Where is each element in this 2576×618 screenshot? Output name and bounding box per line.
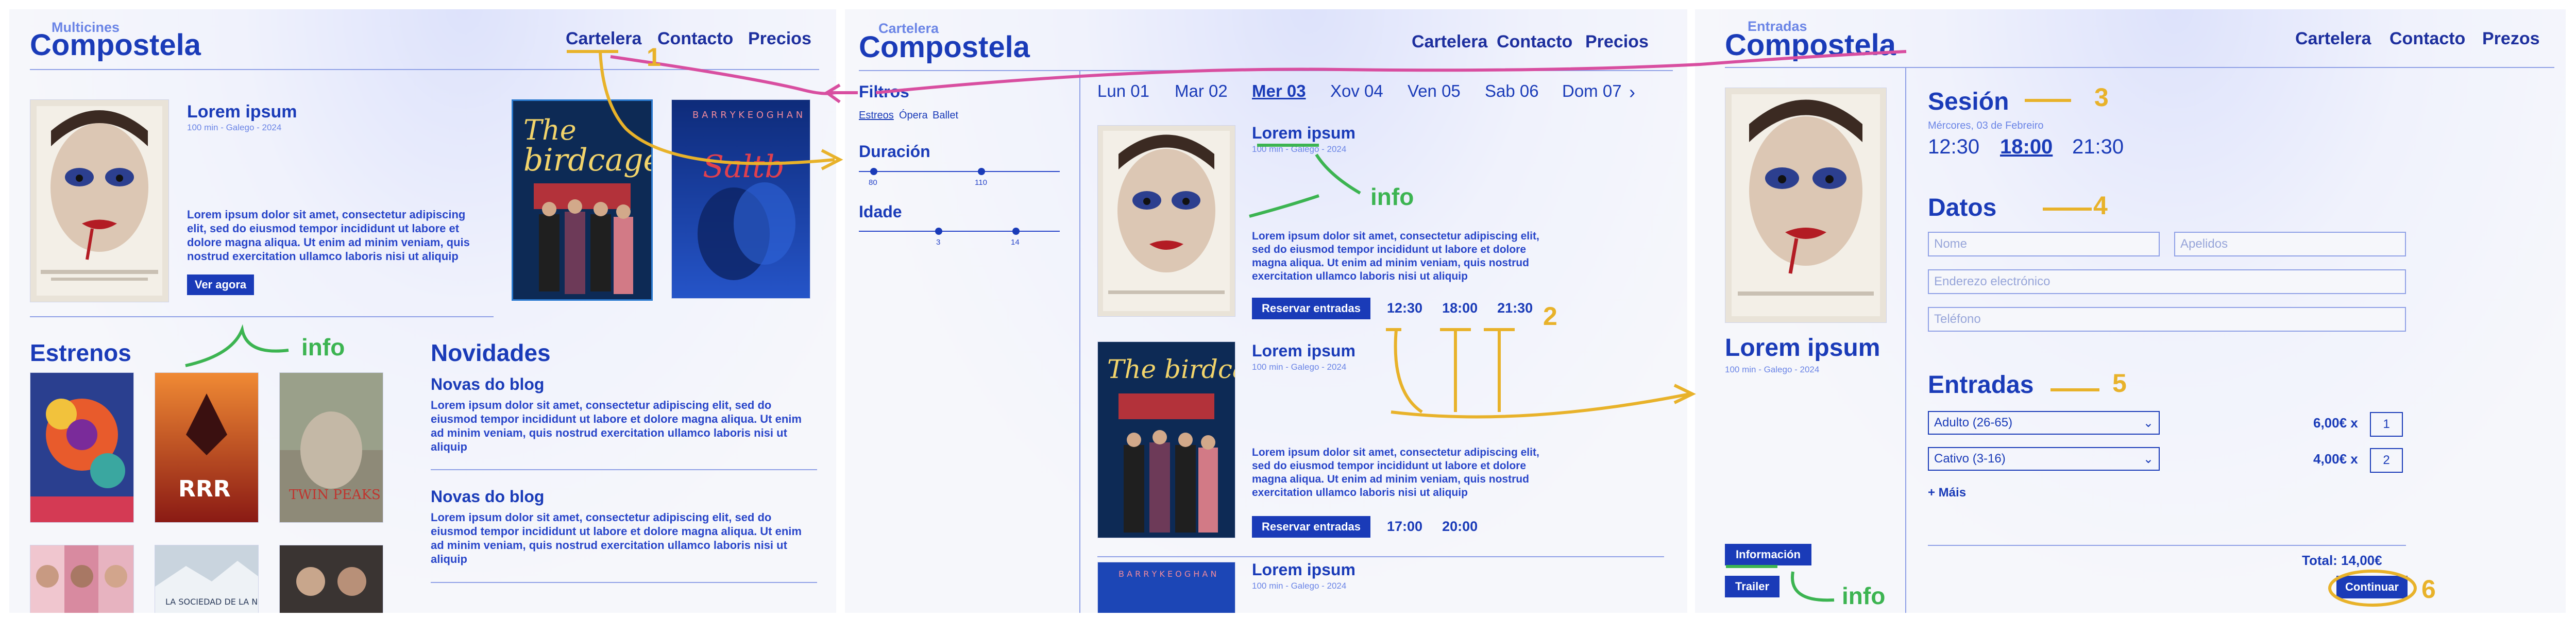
annotation-number-2: 2 <box>1543 302 1557 331</box>
annotation-yellow-heading-marks <box>2025 99 2099 391</box>
annotation-magenta-link-1 <box>610 55 835 95</box>
annotation-overlay <box>185 50 2417 607</box>
annotation-magenta-link-2 <box>875 50 1907 94</box>
annotation-info-2: info <box>1370 183 1414 210</box>
annotation-yellow-time-lines <box>1394 329 1501 414</box>
annotation-green-info-2 <box>1257 144 1361 195</box>
annotation-green-estrenos <box>185 324 289 367</box>
annotation-number-4: 4 <box>2093 191 2108 220</box>
annotation-info-3: info <box>1842 582 1886 609</box>
annotation-green-info-2b <box>1249 194 1319 218</box>
annotation-number-6: 6 <box>2421 575 2436 604</box>
annotation-magenta-arrowhead <box>821 83 858 104</box>
annotation-number-5: 5 <box>2112 369 2127 398</box>
annotation-yellow-arrow-2 <box>1391 392 1690 419</box>
annotation-yellow-arrow-1 <box>599 51 835 165</box>
annotation-number-3: 3 <box>2094 83 2109 112</box>
annotation-info-1: info <box>301 334 345 360</box>
annotation-green-info-3 <box>1726 565 1835 602</box>
annotation-number-1: 1 <box>647 43 661 72</box>
annotation-yellow-continue-circle <box>2328 570 2417 607</box>
